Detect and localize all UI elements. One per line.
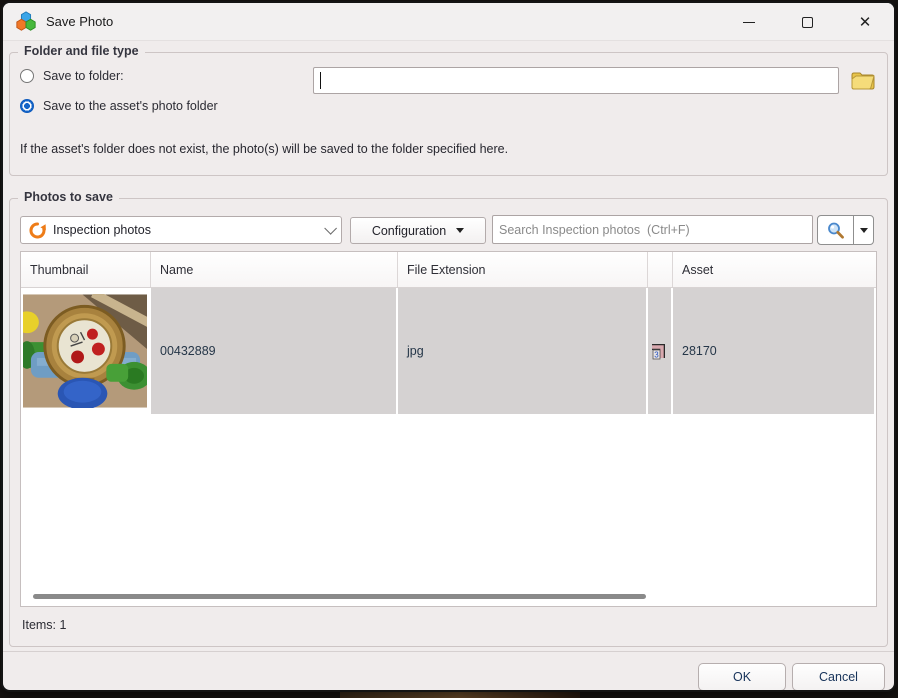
- file-extension-cell[interactable]: jpg: [398, 288, 648, 414]
- search-options-arrow[interactable]: [854, 216, 873, 244]
- search-split-button[interactable]: [817, 215, 874, 245]
- photo-type-value: Inspection photos: [53, 223, 151, 237]
- maximize-button[interactable]: [778, 3, 836, 41]
- pipe-fitting-icon: 3: [652, 344, 665, 360]
- folder-and-file-type-group: Folder and file type Save to folder: Sav…: [9, 44, 888, 176]
- dropdown-arrow-icon: [456, 228, 465, 233]
- radio-save-to-folder[interactable]: Save to folder:: [20, 69, 124, 83]
- radio-circle-icon[interactable]: [20, 69, 34, 83]
- photo-type-dropdown[interactable]: Inspection photos: [20, 216, 342, 244]
- cancel-button[interactable]: Cancel: [792, 663, 885, 690]
- ok-button[interactable]: OK: [698, 663, 786, 690]
- column-header-file-extension[interactable]: File Extension: [398, 252, 648, 287]
- name-cell[interactable]: 00432889: [151, 288, 398, 414]
- app-logo-icon: [16, 10, 36, 31]
- items-count-label: Items: 1: [22, 618, 67, 632]
- dropdown-arrow-icon: [859, 227, 868, 233]
- search-icon: [828, 222, 845, 239]
- column-header-icon[interactable]: [648, 252, 673, 287]
- chevron-down-icon: [324, 221, 337, 235]
- refresh-orange-icon: [29, 221, 46, 238]
- photos-table: Thumbnail Name File Extension Asset 0043…: [20, 251, 877, 607]
- radio-save-to-asset-folder[interactable]: Save to the asset's photo folder: [20, 99, 218, 113]
- group-title: Folder and file type: [18, 44, 145, 58]
- browse-folder-button[interactable]: [846, 65, 880, 96]
- maximize-icon: [801, 16, 813, 28]
- configuration-label: Configuration: [371, 223, 447, 238]
- text-caret: [320, 72, 321, 89]
- photos-to-save-group: Photos to save Inspection photos Configu…: [9, 190, 888, 647]
- radio-label: Save to the asset's photo folder: [43, 99, 218, 113]
- column-header-name[interactable]: Name: [151, 252, 398, 287]
- horizontal-scrollbar[interactable]: [33, 594, 646, 599]
- thumbnail-cell[interactable]: [21, 288, 151, 414]
- folder-icon: [851, 72, 875, 89]
- search-input[interactable]: [492, 215, 813, 244]
- minimize-icon: [743, 21, 755, 23]
- folder-path-input[interactable]: [313, 67, 839, 94]
- asset-type-cell[interactable]: 3: [648, 288, 673, 414]
- configuration-button[interactable]: Configuration: [350, 217, 486, 244]
- radio-label: Save to folder:: [43, 69, 124, 83]
- save-photo-dialog: Save Photo ✕ Folder and file type Save t…: [1, 1, 896, 692]
- svg-text:3: 3: [654, 351, 659, 360]
- titlebar[interactable]: Save Photo ✕: [3, 3, 894, 41]
- footer-divider: [3, 651, 894, 652]
- minimize-button[interactable]: [720, 3, 778, 41]
- group-title: Photos to save: [18, 190, 119, 204]
- folder-note-text: If the asset's folder does not exist, th…: [20, 142, 509, 156]
- asset-cell[interactable]: 28170: [673, 288, 876, 414]
- close-button[interactable]: ✕: [836, 3, 894, 41]
- search-button[interactable]: [818, 216, 853, 244]
- table-header-row: Thumbnail Name File Extension Asset: [21, 252, 876, 288]
- column-header-thumbnail[interactable]: Thumbnail: [21, 252, 151, 287]
- radio-selected-icon[interactable]: [20, 99, 34, 113]
- table-row[interactable]: 00432889 jpg 3 28170: [21, 288, 876, 414]
- water-meter-photo: [23, 294, 147, 408]
- window-title: Save Photo: [46, 14, 114, 29]
- column-header-asset[interactable]: Asset: [673, 252, 876, 287]
- close-icon: ✕: [858, 13, 872, 31]
